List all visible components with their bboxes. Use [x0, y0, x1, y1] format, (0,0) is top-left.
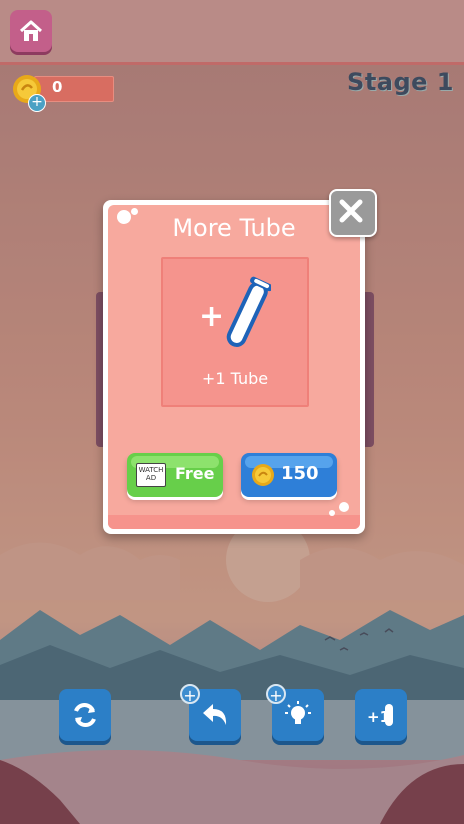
close-button[interactable] — [329, 189, 377, 237]
add-tube-icon: +1 — [367, 704, 393, 726]
dialog-title: More Tube — [172, 214, 296, 242]
more-tube-dialog: More Tube + +1 Tube WATCH AD Free 150 — [103, 200, 365, 534]
buy-with-coins-button[interactable]: 150 — [241, 453, 337, 497]
stage-label: Stage 1 — [347, 68, 454, 96]
watch-ad-icon: WATCH AD — [136, 463, 166, 487]
free-label: Free — [175, 464, 215, 483]
coin-value: 0 — [52, 78, 63, 96]
top-bar — [0, 0, 464, 65]
close-icon — [339, 199, 363, 223]
undo-icon — [203, 704, 227, 725]
decor-bubble — [329, 510, 335, 516]
tube-icon — [226, 276, 271, 347]
hint-add-badge[interactable]: + — [266, 684, 286, 705]
coin-field — [34, 76, 114, 102]
home-button[interactable] — [10, 10, 52, 52]
watch-ad-text-line2: AD — [145, 474, 157, 482]
add-tube-button[interactable]: +1 — [355, 689, 407, 741]
coin-icon — [252, 464, 274, 486]
watch-ad-text-line1: WATCH — [138, 466, 164, 474]
dialog-panel-footer — [108, 515, 360, 529]
undo-add-badge[interactable]: + — [180, 684, 200, 705]
decor-bubble — [339, 502, 349, 512]
add-coins-button[interactable]: + — [28, 94, 46, 112]
price-label: 150 — [281, 463, 319, 484]
hint-bulb-icon — [285, 701, 311, 724]
watch-ad-free-button[interactable]: WATCH AD Free — [127, 453, 223, 497]
reward-item: + +1 Tube — [161, 257, 309, 407]
restart-button[interactable] — [59, 689, 111, 741]
home-icon — [19, 20, 43, 41]
restart-icon — [74, 703, 96, 727]
item-label: +1 Tube — [201, 369, 269, 388]
coin-counter: 0 + — [12, 74, 114, 112]
